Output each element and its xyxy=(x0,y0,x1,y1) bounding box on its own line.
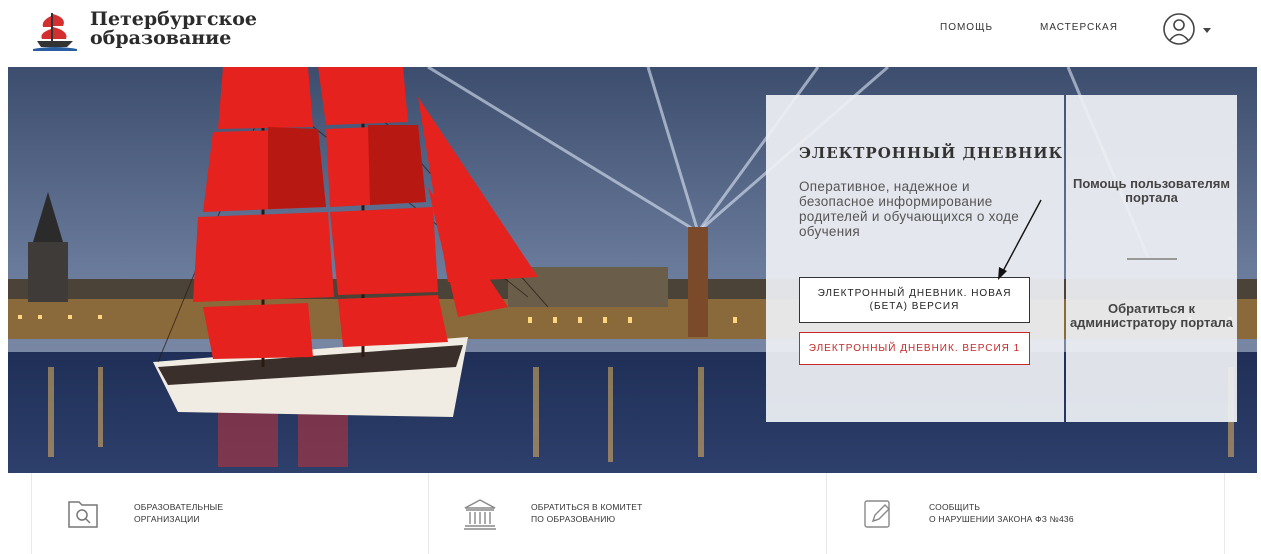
tile-educational-organizations[interactable]: ОБРАЗОВАТЕЛЬНЫЕ ОРГАНИЗАЦИИ xyxy=(31,473,429,554)
tile-1-line-1: ОБРАЗОВАТЕЛЬНЫЕ xyxy=(134,502,224,512)
user-avatar-icon xyxy=(1163,13,1211,45)
ship-logo-icon[interactable] xyxy=(33,9,77,51)
help-users-link[interactable]: Помощь пользователям портала xyxy=(1066,177,1237,205)
hero-banner: ЭЛЕКТРОННЫЙ ДНЕВНИК Оперативное, надежно… xyxy=(8,67,1257,473)
contact-admin-link[interactable]: Обратиться к администратору портала xyxy=(1066,302,1237,330)
tile-3-line-1: СООБЩИТЬ xyxy=(929,502,981,512)
tile-contact-committee[interactable]: ОБРАТИТЬСЯ В КОМИТЕТ ПО ОБРАЗОВАНИЮ xyxy=(429,473,827,554)
building-icon xyxy=(464,499,496,530)
tile-1-line-2: ОРГАНИЗАЦИИ xyxy=(134,514,200,524)
edit-icon xyxy=(864,500,890,528)
brand-line-2: образование xyxy=(90,27,232,49)
user-menu-button[interactable] xyxy=(1163,12,1215,46)
tile-2-line-2: ПО ОБРАЗОВАНИЮ xyxy=(531,514,616,524)
pointer-arrow-icon xyxy=(998,199,1042,280)
help-divider xyxy=(1127,258,1177,260)
diary-panel: ЭЛЕКТРОННЫЙ ДНЕВНИК Оперативное, надежно… xyxy=(766,95,1064,422)
search-folder-icon xyxy=(68,501,98,528)
diary-v1-button[interactable]: ЭЛЕКТРОННЫЙ ДНЕВНИК. ВЕРСИЯ 1 xyxy=(799,332,1030,365)
site-header: Петербургское образование ПОМОЩЬ МАСТЕРС… xyxy=(0,0,1261,67)
tile-2-line-1: ОБРАТИТЬСЯ В КОМИТЕТ xyxy=(531,502,643,512)
tile-3-line-2: О НАРУШЕНИИ ЗАКОНА ФЗ №436 xyxy=(929,514,1074,524)
nav-workshop-link[interactable]: МАСТЕРСКАЯ xyxy=(1040,22,1118,33)
tile-report-violation[interactable]: СООБЩИТЬ О НАРУШЕНИИ ЗАКОНА ФЗ №436 xyxy=(827,473,1225,554)
brand-name[interactable]: Петербургское образование xyxy=(90,10,257,48)
help-panel: Помощь пользователям портала Обратиться … xyxy=(1066,95,1237,422)
chevron-down-icon xyxy=(1203,28,1211,33)
nav-help-link[interactable]: ПОМОЩЬ xyxy=(940,22,993,33)
quick-links-strip: ОБРАЗОВАТЕЛЬНЫЕ ОРГАНИЗАЦИИ ОБРАТИТЬСЯ В… xyxy=(0,473,1261,554)
